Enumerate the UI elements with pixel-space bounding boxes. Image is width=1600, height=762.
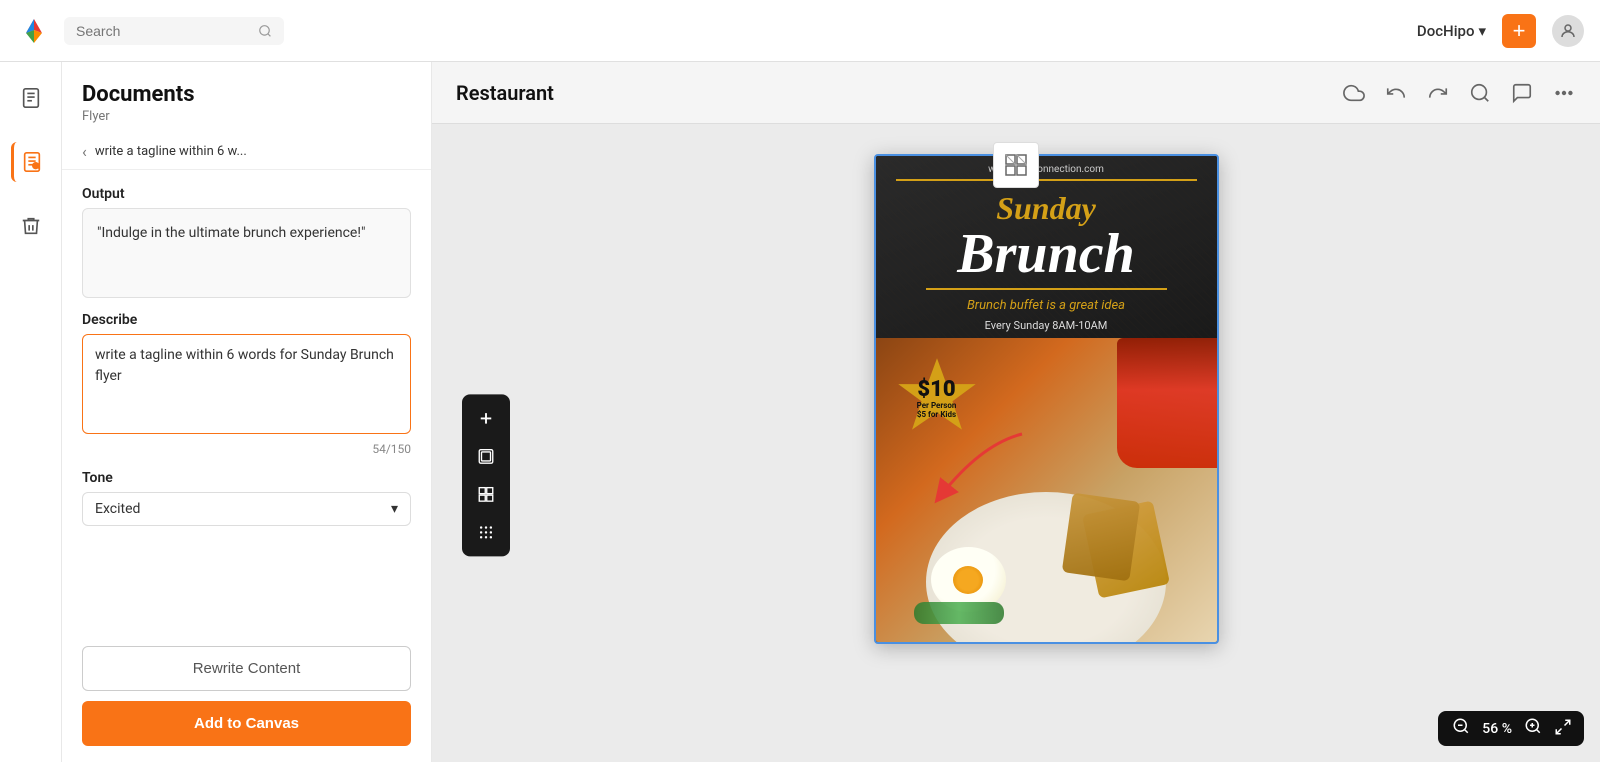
- flyer-tomatoes: [1117, 338, 1217, 468]
- icon-sidebar: ✎: [0, 62, 62, 762]
- canvas-title: Restaurant: [456, 81, 554, 105]
- flyer-schedule: Every Sunday 8AM-10AM: [886, 315, 1207, 338]
- back-button[interactable]: ‹: [82, 142, 87, 161]
- tone-chevron-icon: ▾: [391, 501, 398, 517]
- canvas-tools: [1342, 81, 1576, 105]
- zoom-out-button[interactable]: [1450, 717, 1472, 740]
- panel-subtitle: Flyer: [82, 109, 411, 124]
- fullscreen-icon[interactable]: [1554, 718, 1572, 740]
- flyer-brunch: Brunch: [886, 226, 1207, 282]
- sidebar-item-trash[interactable]: [11, 206, 51, 246]
- sidebar-item-edit[interactable]: ✎: [11, 142, 51, 182]
- search-box[interactable]: [64, 17, 284, 45]
- tone-section: Tone Excited ▾: [82, 470, 411, 526]
- undo-icon[interactable]: [1384, 81, 1408, 105]
- panel-content: Output "Indulge in the ultimate brunch e…: [62, 170, 431, 634]
- breadcrumb: ‹ write a tagline within 6 w...: [62, 134, 431, 170]
- flyer-image-area: $10 Per Person $5 for Kids: [876, 338, 1217, 642]
- search-input[interactable]: [76, 23, 250, 39]
- canvas-area: Restaurant: [432, 62, 1600, 762]
- tone-label: Tone: [82, 470, 411, 486]
- zoom-bar: 56 %: [1438, 711, 1584, 746]
- price-badge-container: $10 Per Person $5 for Kids: [894, 354, 980, 444]
- rewrite-button[interactable]: Rewrite Content: [82, 646, 411, 691]
- flyer-sunday: Sunday: [886, 191, 1207, 226]
- flyer-gold-line-mid: [926, 288, 1167, 290]
- left-panel: Documents Flyer ‹ write a tagline within…: [62, 62, 432, 762]
- flyer-yolk: [953, 566, 983, 594]
- brand-name: DocHipo: [1417, 22, 1475, 40]
- flyer-tagline: Brunch buffet is a great idea: [886, 296, 1207, 315]
- describe-textarea-wrap: write a tagline within 6 words for Sunda…: [82, 334, 411, 438]
- panel-title: Documents: [82, 82, 411, 107]
- output-section: Output "Indulge in the ultimate brunch e…: [82, 186, 411, 298]
- panel-header: Documents Flyer: [62, 62, 431, 134]
- main-layout: ✎ Documents Flyer ‹ write a tagline with…: [0, 62, 1600, 762]
- canvas-search-icon[interactable]: [1468, 81, 1492, 105]
- price-sub2: $5 for Kids: [917, 411, 957, 420]
- flyer-toast-2: [1061, 493, 1139, 582]
- more-options-icon[interactable]: [1552, 81, 1576, 105]
- flyer-content: www.cafeconnection.com Sunday Brunch Bru…: [876, 156, 1217, 642]
- add-button[interactable]: +: [1502, 14, 1536, 48]
- toolbar-layers[interactable]: [468, 438, 504, 474]
- flyer-url: www.cafeconnection.com: [876, 156, 1217, 179]
- sidebar-item-document[interactable]: [11, 78, 51, 118]
- describe-textarea[interactable]: write a tagline within 6 words for Sunda…: [82, 334, 411, 434]
- panel-footer: Rewrite Content Add to Canvas: [62, 634, 431, 762]
- brand-dropdown[interactable]: DocHipo ▾: [1417, 22, 1486, 40]
- breadcrumb-text: write a tagline within 6 w...: [95, 144, 247, 159]
- price-text: $10 Per Person $5 for Kids: [917, 378, 957, 420]
- flyer-wrap: www.cafeconnection.com Sunday Brunch Bru…: [874, 154, 1219, 644]
- logo-icon[interactable]: [16, 13, 52, 49]
- canvas-topbar: Restaurant: [432, 62, 1600, 124]
- output-box: "Indulge in the ultimate brunch experien…: [82, 208, 411, 298]
- zoom-value: 56 %: [1482, 721, 1512, 737]
- zoom-in-button[interactable]: [1522, 717, 1544, 740]
- comment-icon[interactable]: [1510, 81, 1534, 105]
- cloud-save-icon[interactable]: [1342, 81, 1366, 105]
- topbar: DocHipo ▾ +: [0, 0, 1600, 62]
- add-to-canvas-button[interactable]: Add to Canvas: [82, 701, 411, 746]
- search-icon: [258, 23, 272, 39]
- flyer-greens: [914, 602, 1004, 624]
- char-count: 54/150: [82, 442, 411, 456]
- flyer-title-area: Sunday Brunch Brunch buffet is a great i…: [876, 181, 1217, 338]
- avatar[interactable]: [1552, 15, 1584, 47]
- flyer[interactable]: www.cafeconnection.com Sunday Brunch Bru…: [874, 154, 1219, 644]
- canvas-content: www.cafeconnection.com Sunday Brunch Bru…: [432, 124, 1600, 762]
- toolbar-grid[interactable]: [468, 476, 504, 512]
- svg-text:✎: ✎: [34, 162, 39, 170]
- price-amount: $10: [917, 378, 957, 402]
- describe-label: Describe: [82, 312, 411, 328]
- tone-dropdown[interactable]: Excited ▾: [82, 492, 411, 526]
- redo-icon[interactable]: [1426, 81, 1450, 105]
- pattern-tool[interactable]: [993, 142, 1039, 188]
- output-label: Output: [82, 186, 411, 202]
- tone-value: Excited: [95, 501, 140, 517]
- topbar-right: DocHipo ▾ +: [1417, 14, 1584, 48]
- topbar-left: [16, 13, 284, 49]
- toolbar-plus[interactable]: [468, 400, 504, 436]
- brand-chevron: ▾: [1478, 22, 1486, 40]
- describe-section: Describe write a tagline within 6 words …: [82, 312, 411, 456]
- toolbar-dots[interactable]: [468, 514, 504, 550]
- floating-toolbar: [462, 394, 510, 556]
